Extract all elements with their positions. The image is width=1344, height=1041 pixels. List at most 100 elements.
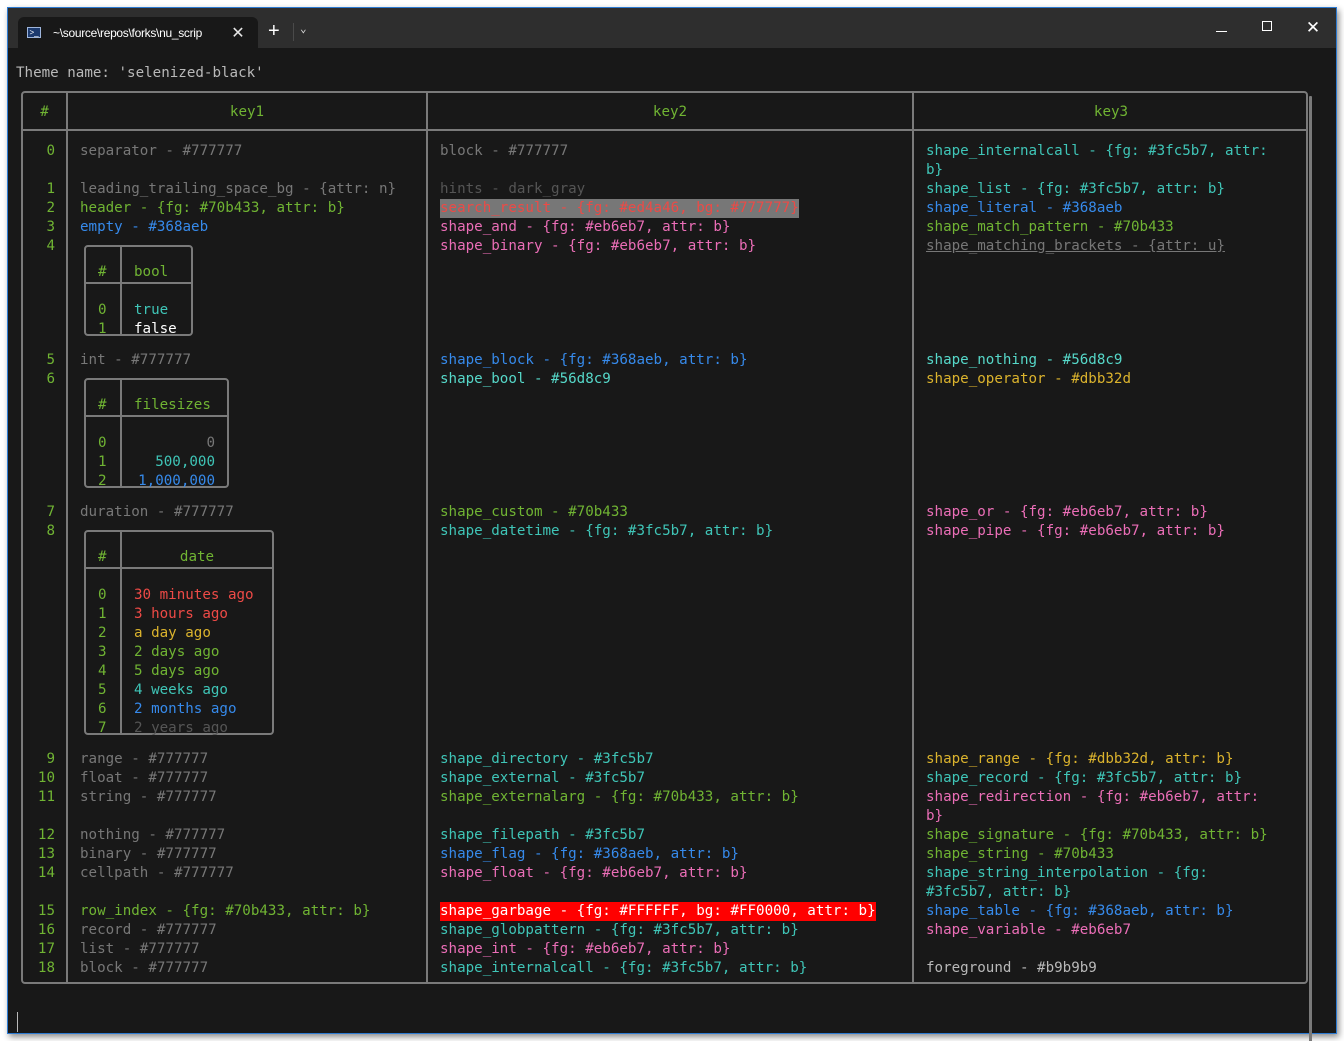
row-index: 4 [46,238,55,254]
minimize-button[interactable] [1198,18,1244,34]
key3-value: shape_signature - {fg: #70b433, attr: b} [926,827,1268,843]
key1-value: string - #777777 [80,789,217,805]
header-key3: key3 [1093,104,1129,120]
row-index: 17 [37,941,55,957]
row-index: 13 [37,846,55,862]
nested-row-value: 2 years ago [134,720,228,736]
key2-value: shape_flag - {fg: #368aeb, attr: b} [440,846,739,862]
key3-value: shape_operator - #dbb32d [926,371,1131,387]
nested-row-value: 0 [206,435,215,451]
header-key1: key1 [229,104,265,120]
nested-row-index: 6 [98,701,107,717]
key2-value: shape_externalarg - {fg: #70b433, attr: … [440,789,799,805]
key2-value: shape_directory - #3fc5b7 [440,751,654,767]
key1-value: empty - #368aeb [80,219,209,235]
key1-value: range - #777777 [80,751,209,767]
key3-value: shape_variable - #eb6eb7 [926,922,1131,938]
key3-value: shape_literal - #368aeb [926,200,1123,216]
tab-title: ~\source\repos\forks\nu_scrip [53,25,203,40]
key3-value: shape_string_interpolation - {fg: [926,865,1208,881]
maximize-button[interactable] [1244,18,1290,34]
key2-value: shape_datetime - {fg: #3fc5b7, attr: b} [440,523,774,539]
nested-header-filesizes: filesizes [134,397,211,413]
nested-row-value: false [134,321,177,337]
nested-header-divider [86,415,227,417]
new-tab-button[interactable]: + [268,20,280,42]
column-divider [426,93,428,982]
nested-row-index: 1 [98,606,107,622]
close-window-button[interactable]: ✕ [1290,18,1336,38]
nested-row-value: 1,000,000 [138,473,215,489]
key1-value: cellpath - #777777 [80,865,234,881]
key2-value: shape_binary - {fg: #eb6eb7, attr: b} [440,238,757,254]
nested-row-value: 3 hours ago [134,606,228,622]
row-index: 5 [46,352,55,368]
nested-row-index: 0 [98,435,107,451]
key3-value: shape_matching_brackets - {attr: u} [926,238,1225,254]
key3-value: shape_pipe - {fg: #eb6eb7, attr: b} [926,523,1225,539]
key1-value: row_index - {fg: #70b433, attr: b} [80,903,371,919]
row-index: 15 [37,903,55,919]
row-index: 14 [37,865,55,881]
key2-value: shape_internalcall - {fg: #3fc5b7, attr:… [440,960,808,976]
terminal-window: >_ ~\source\repos\forks\nu_scrip ✕ + ⌄ ✕… [7,7,1337,1041]
key2-value: shape_and - {fg: #eb6eb7, attr: b} [440,219,731,235]
row-index: 9 [46,751,55,767]
key3-value: shape_internalcall - {fg: #3fc5b7, attr: [926,143,1268,159]
scrollbar[interactable] [1309,96,1312,1041]
header-key2: key2 [652,104,688,120]
nested-header-index: # [98,264,107,280]
nested-table-date: # date 0 30 minutes ago 1 3 hours ago 2 a day a… [84,530,274,736]
key3-value: foreground - #b9b9b9 [926,960,1097,976]
key1-value: header - {fg: #70b433, attr: b} [80,200,345,216]
nested-row-value: 2 months ago [134,701,237,717]
tab-dropdown-button[interactable]: ⌄ [300,22,307,35]
header-index: # [40,104,49,120]
nested-header-divider [86,567,272,569]
key3-value: #3fc5b7, attr: b} [926,884,1072,900]
key3-value: shape_redirection - {fg: #eb6eb7, attr: [926,789,1260,805]
title-bar: >_ ~\source\repos\forks\nu_scrip ✕ + ⌄ ✕ [8,8,1336,48]
key3-value: shape_table - {fg: #368aeb, attr: b} [926,903,1234,919]
nested-header-date: date [179,549,215,565]
row-index: 16 [37,922,55,938]
key1-value: list - #777777 [80,941,200,957]
nested-row-index: 4 [98,663,107,679]
terminal-output[interactable]: Theme name: 'selenized-black' # key1 key… [8,48,1318,1041]
header-divider [23,129,1306,131]
key2-value: shape_int - {fg: #eb6eb7, attr: b} [440,941,731,957]
nested-row-index: 2 [98,625,107,641]
row-index: 8 [46,523,55,539]
key3-value: shape_string - #70b433 [926,846,1114,862]
key1-value: binary - #777777 [80,846,217,862]
row-index: 0 [46,143,55,159]
nested-header-index: # [98,549,107,565]
key3-value: shape_list - {fg: #3fc5b7, attr: b} [926,181,1225,197]
key1-value: duration - #777777 [80,504,234,520]
key2-value: hints - dark_gray [440,181,586,197]
key1-value: leading_trailing_space_bg - {attr: n} [80,181,397,197]
key2-value: shape_bool - #56d8c9 [440,371,611,387]
text-cursor [17,1012,18,1032]
nested-row-value: 500,000 [155,454,215,470]
key1-value: nothing - #777777 [80,827,226,843]
key1-value: separator - #777777 [80,143,243,159]
row-index: 2 [46,200,55,216]
theme-name-line: Theme name: 'selenized-black' [16,65,264,81]
key2-value: shape_garbage - {fg: #FFFFFF, bg: #FF000… [440,902,876,921]
key1-value: record - #777777 [80,922,217,938]
row-index: 7 [46,504,55,520]
key2-value: shape_block - {fg: #368aeb, attr: b} [440,352,748,368]
key1-value: block - #777777 [80,960,209,976]
nested-row-value: 5 days ago [134,663,220,679]
close-tab-button[interactable]: ✕ [228,23,248,43]
column-divider [912,93,914,982]
key2-value: shape_custom - #70b433 [440,504,628,520]
key2-value: shape_globpattern - {fg: #3fc5b7, attr: … [440,922,799,938]
row-index: 6 [46,371,55,387]
tab-active[interactable]: >_ ~\source\repos\forks\nu_scrip ✕ [18,17,258,48]
maximize-icon [1262,21,1272,31]
key1-value: float - #777777 [80,770,209,786]
nested-header-index: # [98,397,107,413]
key3-value: shape_nothing - #56d8c9 [926,352,1123,368]
